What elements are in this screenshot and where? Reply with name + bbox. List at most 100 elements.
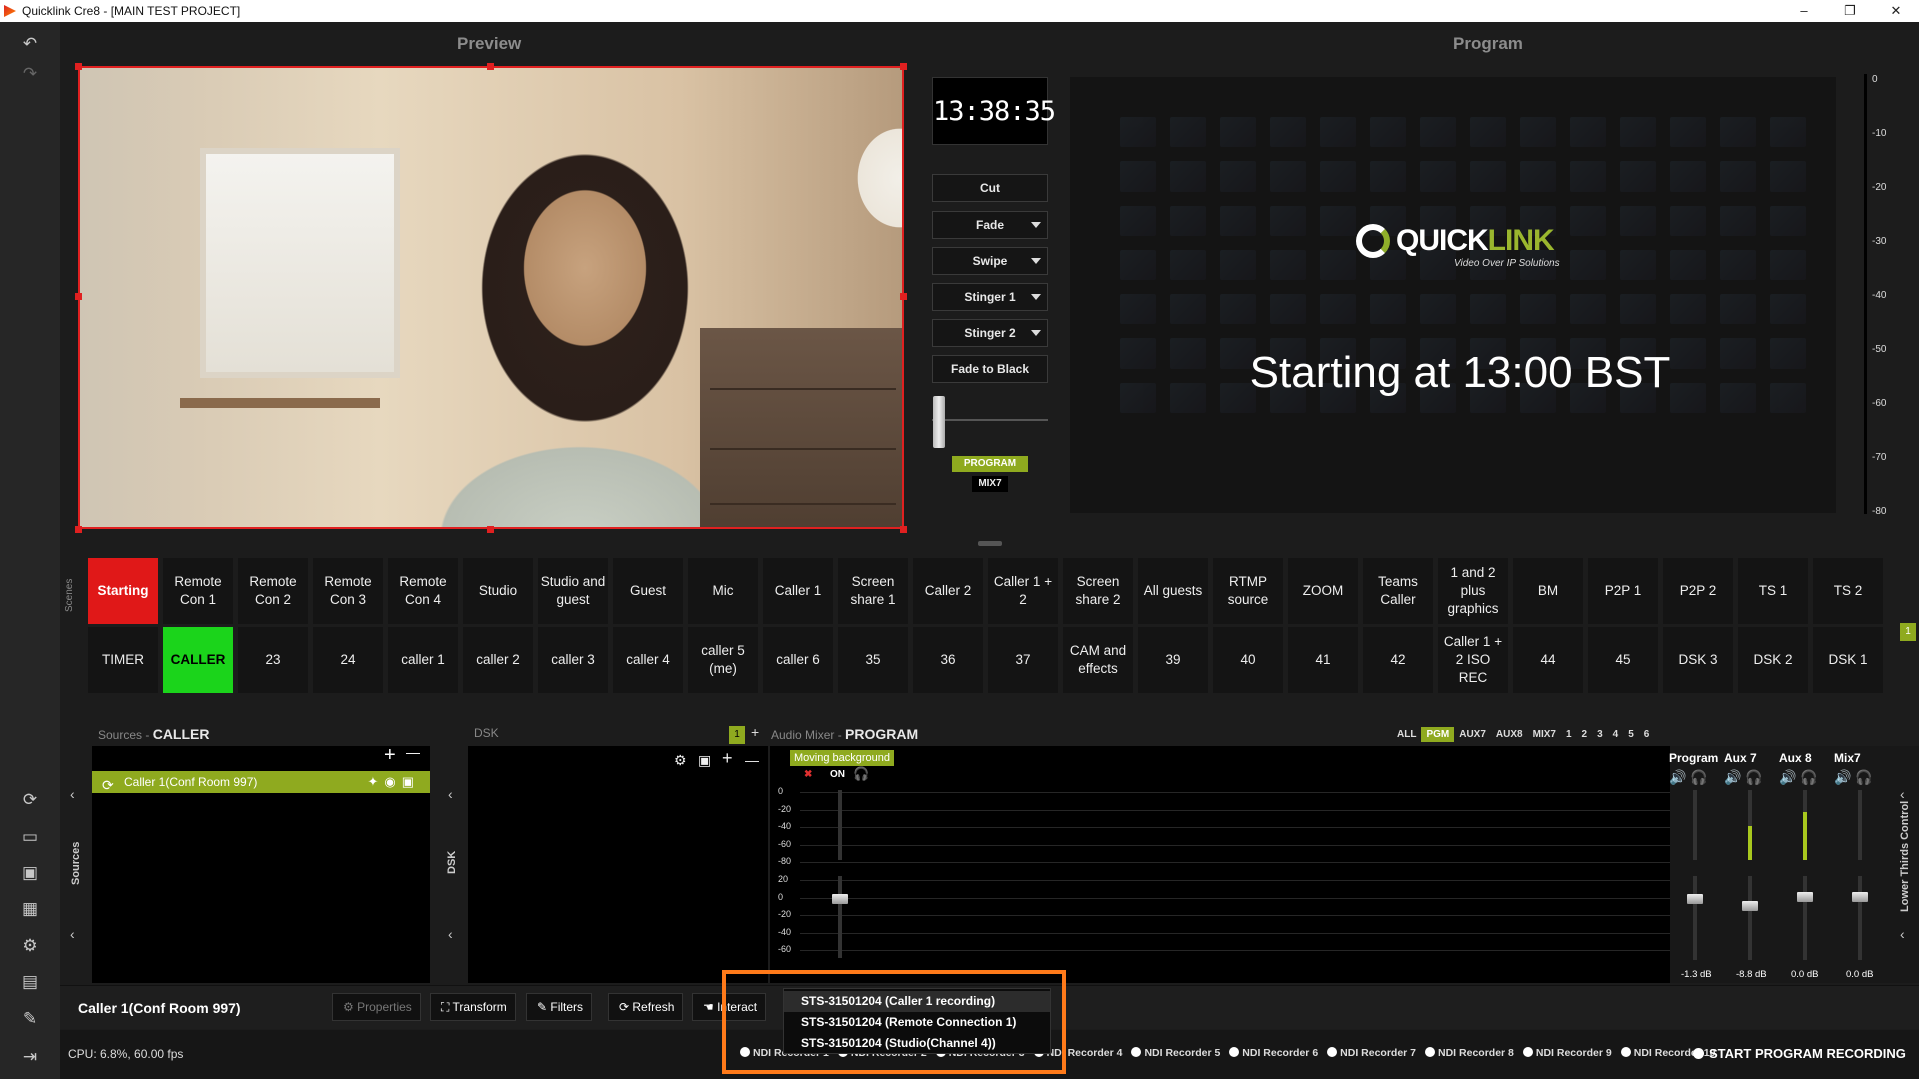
ndi-recorder-toggle[interactable]: NDI Recorder 8: [1425, 1047, 1514, 1059]
scene-button[interactable]: 24: [313, 627, 383, 693]
chevron-down-icon[interactable]: [1031, 294, 1041, 300]
resize-handle[interactable]: [487, 63, 494, 70]
display-icon[interactable]: ▣: [18, 861, 42, 885]
resize-handle[interactable]: [75, 526, 82, 533]
scene-button[interactable]: RTMP source: [1213, 558, 1283, 624]
transition-button[interactable]: Fade: [932, 211, 1048, 239]
link-icon[interactable]: ⟳: [18, 788, 42, 812]
collapse-left-icon[interactable]: ‹: [70, 926, 75, 942]
program-badge[interactable]: PROGRAM: [952, 456, 1028, 472]
scene-button[interactable]: Remote Con 1: [163, 558, 233, 624]
audio-tab[interactable]: AUX8: [1491, 727, 1528, 742]
transition-button[interactable]: Cut: [932, 174, 1048, 202]
scene-button[interactable]: DSK 3: [1663, 627, 1733, 693]
scene-button[interactable]: BM: [1513, 558, 1583, 624]
audio-tab[interactable]: 3: [1592, 727, 1608, 742]
audio-tab[interactable]: 1: [1561, 727, 1577, 742]
add-dsk-button[interactable]: +: [722, 748, 733, 769]
resize-handle[interactable]: [900, 293, 907, 300]
audio-tab[interactable]: PGM: [1421, 727, 1455, 742]
chevron-down-icon[interactable]: [1031, 222, 1041, 228]
ndi-recorder-toggle[interactable]: NDI Recorder 9: [1523, 1047, 1612, 1059]
scene-button[interactable]: 36: [913, 627, 983, 693]
scene-button[interactable]: CALLER: [163, 627, 233, 693]
bus-fader[interactable]: [1797, 892, 1813, 903]
audio-tab[interactable]: 2: [1577, 727, 1593, 742]
scene-button[interactable]: 35: [838, 627, 908, 693]
eye-icon[interactable]: ◉: [384, 774, 401, 789]
collapse-left-icon[interactable]: ‹: [448, 926, 453, 942]
scene-button[interactable]: Studio and guest: [538, 558, 608, 624]
scene-button[interactable]: caller 3: [538, 627, 608, 693]
scene-button[interactable]: 41: [1288, 627, 1358, 693]
preview-canvas[interactable]: [78, 66, 904, 529]
bus-fader[interactable]: [1687, 894, 1703, 905]
scene-button[interactable]: Teams Caller: [1363, 558, 1433, 624]
monitor-icon[interactable]: ▭: [18, 825, 42, 849]
scene-page-badge[interactable]: 1: [1900, 623, 1916, 641]
scene-button[interactable]: caller 6: [763, 627, 833, 693]
bus-fader[interactable]: [1852, 892, 1868, 903]
redo-icon[interactable]: ↷: [18, 62, 42, 86]
audio-tab[interactable]: ALL: [1392, 727, 1421, 742]
mix-badge[interactable]: MIX7: [972, 476, 1008, 492]
audio-tab[interactable]: AUX7: [1454, 727, 1491, 742]
undo-icon[interactable]: ↶: [18, 32, 42, 56]
ndi-recorder-toggle[interactable]: NDI Recorder 6: [1229, 1047, 1318, 1059]
scene-button[interactable]: 39: [1138, 627, 1208, 693]
resize-handle[interactable]: [900, 526, 907, 533]
close-button[interactable]: ✕: [1873, 0, 1919, 22]
channel-fader[interactable]: [832, 894, 848, 904]
exit-icon[interactable]: ⇥: [18, 1045, 42, 1069]
scene-button[interactable]: 45: [1588, 627, 1658, 693]
scene-button[interactable]: TS 1: [1738, 558, 1808, 624]
lock-icon[interactable]: ▣: [402, 774, 420, 789]
scene-button[interactable]: Remote Con 3: [313, 558, 383, 624]
resize-handle[interactable]: [900, 63, 907, 70]
grid-icon[interactable]: ▦: [18, 897, 42, 921]
collapse-left-icon[interactable]: ‹: [70, 786, 75, 802]
dsk-page-badge[interactable]: 1: [729, 726, 745, 744]
chevron-down-icon[interactable]: [1031, 330, 1041, 336]
transition-button[interactable]: Stinger 2: [932, 319, 1048, 347]
remove-dsk-button[interactable]: —: [745, 752, 759, 768]
mute-icon[interactable]: ✖: [804, 769, 812, 780]
scene-button[interactable]: 40: [1213, 627, 1283, 693]
collapse-left-icon[interactable]: ‹: [448, 786, 453, 802]
chevron-down-icon[interactable]: [1031, 258, 1041, 264]
on-label[interactable]: ON: [830, 769, 845, 780]
wrench-icon[interactable]: ✎: [18, 1007, 42, 1031]
ndi-recorder-toggle[interactable]: NDI Recorder 5: [1131, 1047, 1220, 1059]
audio-channel-name[interactable]: Moving background: [790, 750, 894, 766]
audio-tab[interactable]: 5: [1623, 727, 1639, 742]
t-bar-handle[interactable]: [933, 396, 945, 448]
scene-button[interactable]: caller 4: [613, 627, 683, 693]
refresh-button[interactable]: ⟳ Refresh: [608, 993, 684, 1021]
scene-button[interactable]: Screen share 2: [1063, 558, 1133, 624]
collapse-left-icon[interactable]: ‹: [1900, 786, 1905, 802]
source-item[interactable]: ⟳ Caller 1(Conf Room 997) ✦◉▣: [92, 771, 430, 793]
scene-button[interactable]: Caller 1 + 2 ISO REC: [1438, 627, 1508, 693]
folder-icon[interactable]: ▤: [18, 970, 42, 994]
scene-button[interactable]: Guest: [613, 558, 683, 624]
scene-button[interactable]: P2P 1: [1588, 558, 1658, 624]
scene-button[interactable]: Remote Con 2: [238, 558, 308, 624]
scene-button[interactable]: caller 2: [463, 627, 533, 693]
scene-button[interactable]: 44: [1513, 627, 1583, 693]
scene-button[interactable]: Mic: [688, 558, 758, 624]
scene-button[interactable]: caller 5 (me): [688, 627, 758, 693]
audio-tab[interactable]: 4: [1608, 727, 1624, 742]
resize-handle[interactable]: [487, 526, 494, 533]
transform-button[interactable]: ⛶ Transform: [430, 993, 516, 1021]
scene-button[interactable]: All guests: [1138, 558, 1208, 624]
collapse-left-icon[interactable]: ‹: [1900, 926, 1905, 942]
dsk-add-page-button[interactable]: +: [751, 724, 759, 740]
settings-icon[interactable]: ⚙: [18, 934, 42, 958]
scene-button[interactable]: CAM and effects: [1063, 627, 1133, 693]
speaker-headphones-icons[interactable]: 🔊 🎧: [1669, 769, 1708, 786]
add-source-button[interactable]: +: [384, 744, 396, 767]
scene-button[interactable]: caller 1: [388, 627, 458, 693]
scene-button[interactable]: TS 2: [1813, 558, 1883, 624]
gear-icon[interactable]: ⚙: [674, 752, 687, 769]
speaker-headphones-icons[interactable]: 🔊 🎧: [1724, 769, 1763, 786]
